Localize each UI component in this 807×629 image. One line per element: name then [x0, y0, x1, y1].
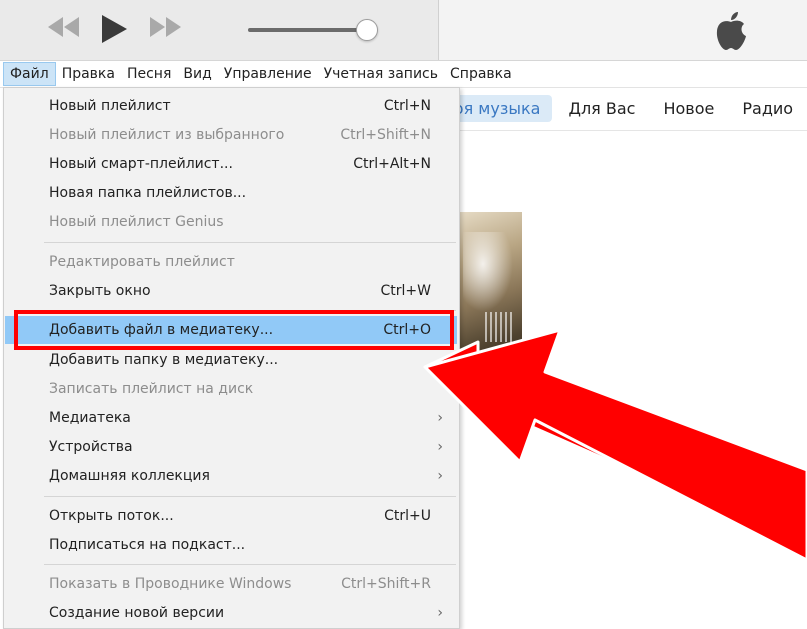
- menu-item-new-genius-playlist[interactable]: Новый плейлист Genius: [5, 208, 457, 236]
- menu-item-label: Новый плейлист: [49, 98, 171, 114]
- menu-item-label: Новый плейлист Genius: [49, 214, 224, 230]
- menu-item-label: Добавить папку в медиатеку...: [49, 352, 279, 368]
- menu-bar: Файл Правка Песня Вид Управление Учетная…: [0, 61, 807, 88]
- album-art-detail: [463, 232, 513, 312]
- menu-item-new-playlist[interactable]: Новый плейлист Ctrl+N: [5, 92, 457, 120]
- chevron-right-icon: ›: [437, 439, 443, 455]
- menu-item-show-in-explorer[interactable]: Показать в Проводнике Windows Ctrl+Shift…: [5, 570, 457, 598]
- menu-item-library[interactable]: Медиатека ›: [5, 404, 457, 432]
- menu-view[interactable]: Вид: [177, 62, 217, 86]
- menu-item-add-folder-to-library[interactable]: Добавить папку в медиатеку...: [5, 346, 457, 374]
- file-menu-dropdown: Новый плейлист Ctrl+N Новый плейлист из …: [3, 87, 460, 629]
- menu-file[interactable]: Файл: [3, 62, 56, 86]
- menu-song[interactable]: Песня: [121, 62, 177, 86]
- menu-item-label: Закрыть окно: [49, 283, 151, 299]
- menu-item-label: Записать плейлист на диск: [49, 381, 254, 397]
- menu-item-label: Новый смарт-плейлист...: [49, 156, 233, 172]
- menu-item-label: Новая папка плейлистов...: [49, 185, 247, 201]
- fast-forward-icon[interactable]: [146, 12, 186, 42]
- menu-controls[interactable]: Управление: [218, 62, 318, 86]
- rewind-icon[interactable]: [44, 12, 84, 42]
- menu-item-open-stream[interactable]: Открыть поток... Ctrl+U: [5, 502, 457, 530]
- menu-help[interactable]: Справка: [444, 62, 518, 86]
- menu-item-label: Устройства: [49, 439, 133, 455]
- album-art-texture: [485, 312, 515, 342]
- nav-tabs: Моя музыка Для Вас Новое Радио: [428, 90, 807, 126]
- menu-item-new-smart-playlist[interactable]: Новый смарт-плейлист... Ctrl+Alt+N: [5, 150, 457, 178]
- chevron-right-icon: ›: [437, 605, 443, 621]
- album-artwork[interactable]: [455, 212, 522, 368]
- menu-separator: [44, 564, 456, 565]
- menu-item-new-playlist-folder[interactable]: Новая папка плейлистов...: [5, 179, 457, 207]
- play-icon[interactable]: [97, 12, 131, 46]
- menu-separator: [44, 496, 456, 497]
- menu-item-shortcut: Ctrl+Alt+N: [353, 156, 431, 172]
- chevron-right-icon: ›: [437, 410, 443, 426]
- menu-item-new-playlist-from-selection[interactable]: Новый плейлист из выбранного Ctrl+Shift+…: [5, 121, 457, 149]
- menu-account[interactable]: Учетная запись: [318, 62, 444, 86]
- tabs-divider: [440, 130, 807, 131]
- menu-item-label: Медиатека: [49, 410, 131, 426]
- volume-knob[interactable]: [355, 19, 378, 41]
- menu-item-burn-playlist[interactable]: Записать плейлист на диск: [5, 375, 457, 403]
- menu-separator: [44, 242, 456, 243]
- player-toolbar: [0, 0, 807, 61]
- menu-item-shortcut: Ctrl+N: [383, 98, 431, 114]
- tab-radio[interactable]: Радио: [730, 95, 805, 122]
- menu-item-shortcut: Ctrl+U: [384, 508, 431, 524]
- menu-item-label: Домашняя коллекция: [49, 468, 210, 484]
- menu-item-create-new-version[interactable]: Создание новой версии ›: [5, 599, 457, 627]
- chevron-right-icon: ›: [437, 468, 443, 484]
- menu-item-shortcut: Ctrl+W: [380, 283, 431, 299]
- menu-item-shortcut: Ctrl+Shift+R: [341, 576, 431, 592]
- menu-item-shortcut: Ctrl+Shift+N: [340, 127, 431, 143]
- apple-logo-icon: [712, 10, 750, 56]
- menu-item-label: Открыть поток...: [49, 508, 174, 524]
- menu-item-label: Показать в Проводнике Windows: [49, 576, 292, 592]
- menu-item-home-sharing[interactable]: Домашняя коллекция ›: [5, 462, 457, 490]
- annotation-highlight-box: [14, 310, 454, 350]
- tab-for-you[interactable]: Для Вас: [556, 95, 647, 122]
- menu-item-label: Создание новой версии: [49, 605, 225, 621]
- menu-item-label: Новый плейлист из выбранного: [49, 127, 285, 143]
- player-controls: [0, 0, 439, 60]
- tab-new[interactable]: Новое: [651, 95, 726, 122]
- menu-edit[interactable]: Правка: [56, 62, 121, 86]
- menu-item-label: Редактировать плейлист: [49, 254, 235, 270]
- menu-item-close-window[interactable]: Закрыть окно Ctrl+W: [5, 277, 457, 305]
- menu-item-edit-playlist[interactable]: Редактировать плейлист: [5, 248, 457, 276]
- menu-item-subscribe-podcast[interactable]: Подписаться на подкаст...: [5, 531, 457, 559]
- menu-item-label: Подписаться на подкаст...: [49, 537, 246, 553]
- menu-item-devices[interactable]: Устройства ›: [5, 433, 457, 461]
